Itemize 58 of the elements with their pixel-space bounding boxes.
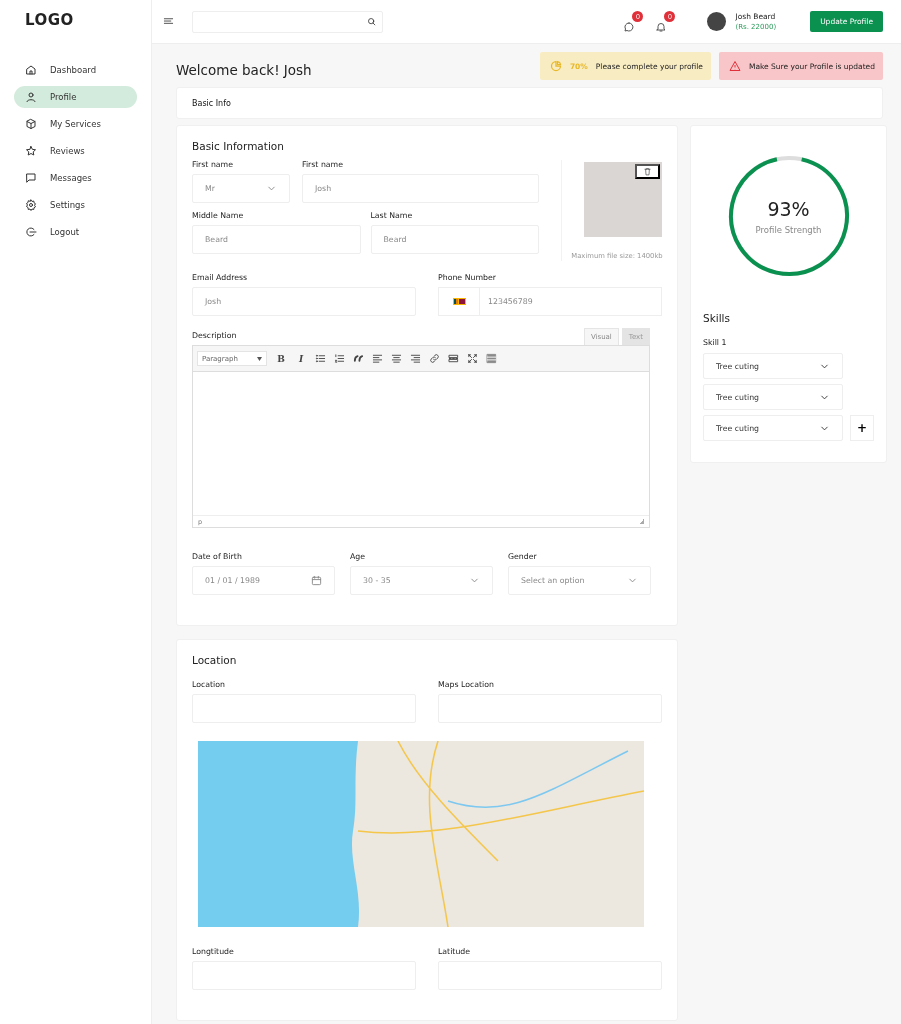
toolbar-button[interactable] (391, 353, 402, 365)
link-icon (429, 353, 440, 365)
flag-icon (452, 298, 466, 306)
message-icon (25, 172, 37, 184)
fullscreen-icon (467, 353, 478, 365)
toolbar-button[interactable] (315, 353, 326, 365)
search-icon (367, 17, 376, 26)
calendar-icon (311, 575, 322, 587)
toolbar-button[interactable] (353, 353, 364, 365)
search-field[interactable] (192, 10, 383, 33)
bullet-list-icon (315, 353, 326, 365)
toolbar-button[interactable] (334, 353, 345, 365)
sidebar-item[interactable]: Messages (14, 167, 137, 189)
caret-icon (257, 356, 262, 361)
menu-button[interactable] (163, 16, 174, 27)
sidebar-item[interactable]: Profile (14, 86, 137, 108)
tab[interactable]: Basic Info (192, 98, 231, 108)
warning-icon (728, 60, 741, 72)
trash-icon (643, 167, 652, 176)
align-center-icon (391, 353, 402, 365)
add-button[interactable]: + (850, 415, 874, 441)
menu-icon (163, 16, 174, 27)
section-title: Skills (703, 312, 731, 324)
chat-icon (623, 20, 636, 33)
section-title: Basic Information (192, 140, 285, 152)
numbered-list-icon (334, 353, 345, 365)
cube-icon (25, 118, 37, 130)
gear-icon (25, 199, 37, 211)
read-more-icon (448, 353, 459, 365)
bold-button[interactable]: B (275, 353, 287, 364)
page-title: Welcome back! Josh (176, 62, 313, 78)
sidebar-item[interactable]: My Services (14, 113, 137, 135)
sidebar-item[interactable]: Dashboard (14, 59, 137, 81)
quote-icon (353, 353, 364, 365)
star-icon (25, 145, 37, 157)
sidebar-item[interactable]: Settings (14, 194, 137, 216)
pie-chart-icon (549, 60, 562, 72)
toolbar-button[interactable] (467, 353, 478, 365)
toolbar-button[interactable] (410, 353, 421, 365)
toolbar-toggle-icon (486, 353, 497, 365)
align-left-icon (372, 353, 383, 365)
avatar (707, 12, 727, 31)
align-right-icon (410, 353, 421, 365)
logout-icon (25, 226, 37, 238)
italic-button[interactable]: I (295, 353, 307, 364)
bell-icon (655, 20, 668, 33)
resize-handle[interactable] (639, 519, 644, 525)
sidebar-item[interactable]: Reviews (14, 140, 137, 162)
section-title: Location (192, 654, 238, 667)
toolbar-button[interactable] (448, 353, 459, 365)
sidebar-item[interactable]: Logout (14, 221, 137, 243)
logo: LOGO (24, 11, 74, 29)
delete-button[interactable] (635, 164, 660, 179)
strength-label: Profile Strength (755, 224, 822, 235)
home-icon (25, 64, 37, 76)
toolbar-button[interactable] (372, 353, 383, 365)
user-icon (25, 91, 37, 103)
strength-value: 93% (767, 197, 810, 220)
